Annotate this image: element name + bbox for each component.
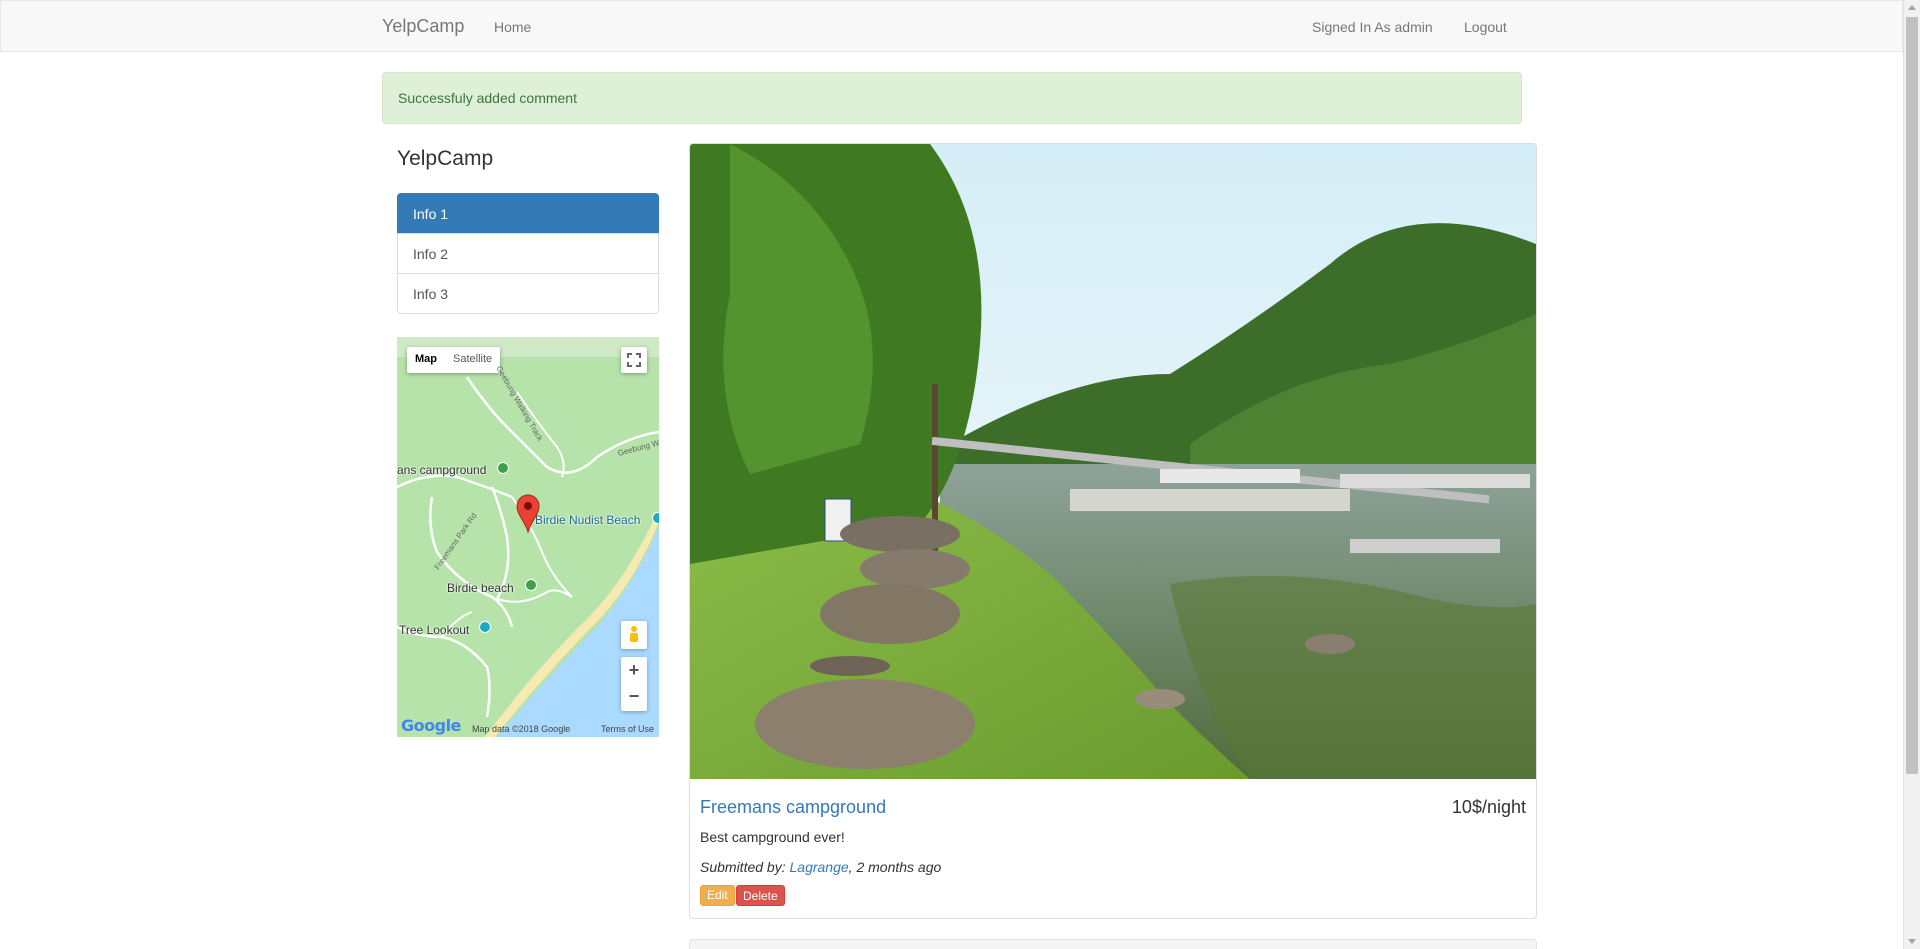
nav-logout-link[interactable]: Logout bbox=[1464, 19, 1507, 35]
campground-name-link[interactable]: Freemans campground bbox=[700, 797, 886, 818]
brand-link[interactable]: YelpCamp bbox=[382, 16, 464, 37]
campground-photo bbox=[690, 144, 1536, 779]
list-item-info-3[interactable]: Info 3 bbox=[397, 273, 659, 314]
zoom-out-button[interactable]: − bbox=[629, 684, 640, 711]
map-type-satellite-button[interactable]: Satellite bbox=[445, 347, 500, 373]
map-label-lookout: Tree Lookout bbox=[399, 623, 470, 637]
campground-description: Best campground ever! bbox=[700, 829, 845, 845]
fullscreen-icon bbox=[627, 353, 641, 367]
google-logo[interactable]: Google bbox=[401, 716, 461, 735]
submitted-time: , 2 months ago bbox=[848, 859, 942, 875]
comments-well bbox=[689, 939, 1537, 949]
campground-price: 10$/night bbox=[1451, 797, 1526, 817]
nav-signed-in-link[interactable]: Signed In As admin bbox=[1312, 19, 1433, 35]
lake-photo-image bbox=[690, 144, 1536, 779]
terms-link[interactable]: Terms of Use bbox=[601, 724, 654, 734]
map-label-beach: Birdie beach bbox=[447, 581, 514, 595]
zoom-control: + − bbox=[621, 657, 647, 711]
map-label-nudist-beach: Birdie Nudist Beach bbox=[535, 513, 641, 527]
google-map[interactable]: Map Satellite Geebung Walking Track Geeb… bbox=[397, 337, 659, 737]
zoom-in-button[interactable]: + bbox=[629, 657, 640, 684]
map-label-campground: ans campground bbox=[397, 463, 487, 477]
submitted-prefix: Submitted by: bbox=[700, 859, 790, 875]
campground-pin-icon[interactable] bbox=[497, 462, 509, 474]
fullscreen-button[interactable] bbox=[621, 347, 647, 373]
edit-button[interactable]: Edit bbox=[700, 885, 735, 906]
nav-home-link[interactable]: Home bbox=[494, 19, 531, 35]
location-marker-icon[interactable] bbox=[515, 493, 541, 533]
map-data-attribution: Map data ©2018 Google bbox=[472, 724, 571, 734]
info-list: Info 1 Info 2 Info 3 bbox=[397, 193, 659, 314]
scroll-up-icon[interactable] bbox=[1908, 5, 1916, 10]
delete-button[interactable]: Delete bbox=[736, 885, 785, 906]
page-scrollbar[interactable] bbox=[1903, 0, 1920, 949]
scroll-thumb[interactable] bbox=[1906, 17, 1918, 774]
map-type-control: Map Satellite bbox=[407, 347, 501, 373]
success-alert: Successfuly added comment bbox=[382, 72, 1522, 124]
author-link[interactable]: Lagrange bbox=[790, 859, 849, 875]
beach-pin-icon[interactable] bbox=[652, 512, 659, 524]
campground-card: Freemans campground 10$/night Best campg… bbox=[689, 143, 1537, 919]
beach-pin-icon[interactable] bbox=[525, 579, 537, 591]
list-item-info-2[interactable]: Info 2 bbox=[397, 233, 659, 274]
alert-message: Successfuly added comment bbox=[398, 90, 577, 106]
scroll-down-icon[interactable] bbox=[1908, 939, 1916, 944]
map-footer: Google Map data ©2018 Google Terms of Us… bbox=[397, 716, 659, 737]
pegman-icon bbox=[630, 626, 638, 642]
list-item-info-1[interactable]: Info 1 bbox=[397, 193, 659, 234]
lookout-pin-icon[interactable] bbox=[479, 621, 491, 633]
navbar: YelpCamp Home Signed In As admin Logout bbox=[0, 0, 1903, 52]
sidebar-title: YelpCamp bbox=[397, 147, 494, 170]
street-view-button[interactable] bbox=[621, 621, 647, 649]
submitted-by-line: Submitted by: Lagrange, 2 months ago bbox=[700, 859, 941, 875]
map-tiles bbox=[397, 337, 659, 737]
map-type-map-button[interactable]: Map bbox=[407, 347, 445, 373]
